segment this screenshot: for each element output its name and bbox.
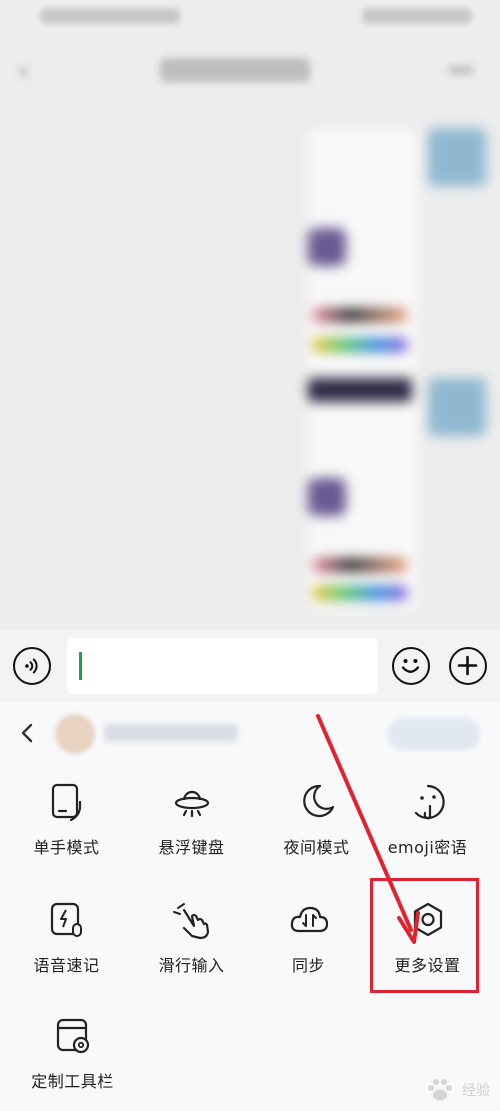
color-strip <box>312 558 408 572</box>
tool-label: 定制工具栏 <box>31 1072 114 1091</box>
tool-night-mode[interactable]: 夜间模式 <box>254 766 379 876</box>
emoji-face-icon <box>414 784 445 820</box>
tool-label: emoji密语 <box>387 838 468 857</box>
tool-label: 滑行输入 <box>158 956 225 975</box>
voice-wave-icon <box>25 658 38 674</box>
chevron-left-icon <box>21 723 33 743</box>
swipe-hand-icon <box>172 903 209 940</box>
image-thumb <box>308 378 412 402</box>
tool-voice-memo[interactable]: 语音速记 <box>4 884 129 994</box>
sender-avatar <box>428 378 486 436</box>
chat-back-icon[interactable]: ‹ <box>18 54 29 87</box>
baidu-watermark: 经验 <box>380 1075 490 1105</box>
paw-logo-icon <box>428 1079 452 1101</box>
custom-toolbar-icon <box>56 1018 89 1054</box>
status-icons-blurred <box>362 8 472 24</box>
message-input[interactable] <box>67 638 378 694</box>
watermark-text: 经验 <box>462 1083 490 1099</box>
image-thumb <box>308 478 346 516</box>
tool-one-hand-mode[interactable]: 单手模式 <box>4 766 129 876</box>
tool-swipe-input[interactable]: 滑行输入 <box>129 884 254 994</box>
profile-action-pill[interactable] <box>388 718 480 750</box>
input-bar <box>0 630 500 702</box>
ufo-icon <box>174 790 209 818</box>
emoji-button[interactable] <box>392 647 430 685</box>
tool-label: 同步 <box>291 956 325 975</box>
chat-more-icon[interactable] <box>448 66 474 74</box>
color-strip <box>312 586 408 600</box>
panel-back-button[interactable] <box>12 718 42 748</box>
profile-avatar[interactable] <box>55 714 95 754</box>
plus-icon <box>457 655 478 676</box>
image-thumb <box>308 228 346 266</box>
moon-icon <box>302 784 334 818</box>
voice-input-button[interactable] <box>13 647 51 685</box>
tool-sync[interactable]: 同步 <box>246 884 371 994</box>
tool-label: 语音速记 <box>33 956 100 975</box>
tool-label: 悬浮键盘 <box>158 838 225 857</box>
tool-label: 单手模式 <box>33 838 100 857</box>
panel-header <box>0 702 500 766</box>
tool-floating-keyboard[interactable]: 悬浮键盘 <box>129 766 254 876</box>
sender-avatar <box>428 128 486 186</box>
profile-name-blurred <box>104 724 238 742</box>
one-hand-icon <box>51 783 81 822</box>
chat-title-blurred <box>160 58 310 82</box>
smiley-icon <box>401 659 420 673</box>
color-strip <box>312 338 408 352</box>
chat-header: ‹ <box>0 40 500 100</box>
chat-messages <box>0 100 500 630</box>
status-bar <box>0 0 500 36</box>
tool-label: 夜间模式 <box>283 838 350 857</box>
add-button[interactable] <box>449 647 487 685</box>
cloud-sync-icon <box>290 906 328 933</box>
color-strip <box>312 308 408 322</box>
highlight-box <box>370 878 479 993</box>
status-time-blurred <box>40 8 180 24</box>
text-caret <box>79 652 82 680</box>
tool-custom-toolbar[interactable]: 定制工具栏 <box>10 1000 135 1110</box>
voice-memo-icon <box>50 902 82 937</box>
tool-emoji-code[interactable]: emoji密语 <box>365 766 490 876</box>
